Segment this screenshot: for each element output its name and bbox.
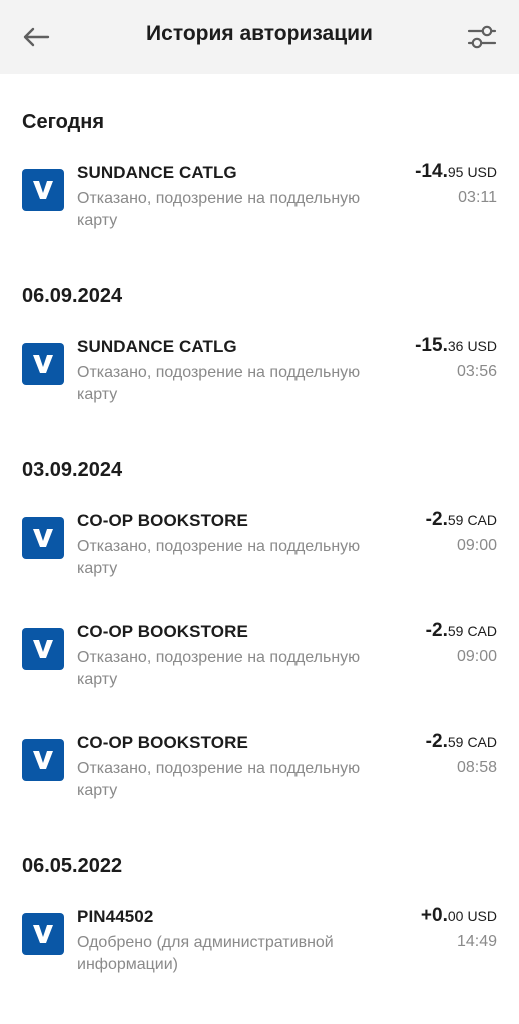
- transaction-amount: -2.59 CAD: [426, 620, 497, 642]
- transaction-amount: -2.59 CAD: [426, 509, 497, 531]
- amount-decimal: 36: [447, 338, 464, 354]
- amount-decimal: 00: [447, 908, 464, 924]
- merchant-name: CO-OP BOOKSTORE: [77, 511, 248, 530]
- transaction-time: 03:56: [456, 363, 497, 380]
- amount-currency: CAD: [467, 734, 497, 750]
- transaction-status: Отказано, подозрение на поддельную карту: [77, 760, 361, 799]
- amount-integer: -2.: [425, 731, 448, 752]
- transaction-row[interactable]: SUNDANCE CATLG Отказано, подозрение на по…: [0, 137, 519, 248]
- transaction-status: Одобрено (для административной информаци…: [77, 934, 334, 973]
- transaction-row[interactable]: CO-OP BOOKSTORE Отказано, подозрение на п…: [0, 707, 519, 818]
- amount-integer: +0.: [420, 905, 448, 926]
- amount-currency: USD: [467, 338, 497, 354]
- filter-button[interactable]: [462, 19, 502, 55]
- transaction-status: Отказано, подозрение на поддельную карту: [77, 364, 361, 403]
- section-date-header: Сегодня: [22, 111, 105, 133]
- amount-decimal: 59: [447, 512, 464, 528]
- visa-logo-icon: [22, 517, 64, 559]
- transaction-amount: +0.00 USD: [421, 905, 497, 927]
- amount-currency: CAD: [467, 623, 497, 639]
- authorization-list: Сегодня SUNDANCE CATLG Отказано, подозрени…: [0, 74, 519, 992]
- section-date-header: 06.09.2024: [22, 285, 123, 307]
- sliders-icon: [467, 25, 497, 49]
- transaction-amount: -15.36 USD: [415, 335, 497, 357]
- visa-logo-icon: [22, 913, 64, 955]
- transaction-row[interactable]: CO-OP BOOKSTORE Отказано, подозрение на п…: [0, 596, 519, 707]
- merchant-name: CO-OP BOOKSTORE: [77, 733, 248, 752]
- transaction-amount: -2.59 CAD: [426, 731, 497, 753]
- merchant-name: SUNDANCE CATLG: [77, 163, 237, 182]
- amount-decimal: 59: [447, 734, 464, 750]
- transaction-row[interactable]: CO-OP BOOKSTORE Отказано, подозрение на п…: [0, 485, 519, 596]
- amount-integer: -2.: [425, 620, 448, 641]
- transaction-time: 14:49: [456, 933, 497, 950]
- transaction-status: Отказано, подозрение на поддельную карту: [77, 538, 361, 577]
- merchant-name: SUNDANCE CATLG: [77, 337, 237, 356]
- amount-decimal: 59: [447, 623, 464, 639]
- visa-logo-icon: [22, 628, 64, 670]
- merchant-name: CO-OP BOOKSTORE: [77, 622, 248, 641]
- transaction-time: 08:58: [456, 759, 497, 776]
- visa-logo-icon: [22, 739, 64, 781]
- transaction-amount: -14.95 USD: [415, 161, 497, 183]
- amount-currency: CAD: [467, 512, 497, 528]
- transaction-row[interactable]: SUNDANCE CATLG Отказано, подозрение на по…: [0, 311, 519, 422]
- transaction-time: 09:00: [456, 537, 497, 554]
- amount-integer: -15.: [415, 335, 448, 356]
- transaction-time: 09:00: [456, 648, 497, 665]
- transaction-status: Отказано, подозрение на поддельную карту: [77, 190, 361, 229]
- amount-integer: -14.: [415, 161, 448, 182]
- merchant-name: PIN44502: [77, 907, 154, 926]
- page-title: История авторизации: [146, 22, 373, 45]
- visa-logo-icon: [22, 169, 64, 211]
- amount-integer: -2.: [425, 509, 448, 530]
- transaction-time: 03:11: [458, 189, 497, 206]
- app-bar: История авторизации: [0, 0, 519, 74]
- transaction-status: Отказано, подозрение на поддельную карту: [77, 649, 361, 688]
- visa-logo-icon: [22, 343, 64, 385]
- amount-currency: USD: [467, 908, 497, 924]
- amount-currency: USD: [467, 164, 497, 180]
- section-date-header: 06.05.2022: [22, 855, 123, 877]
- transaction-row[interactable]: PIN44502 Одобрено (для административной и…: [0, 881, 519, 992]
- amount-decimal: 95: [447, 164, 464, 180]
- section-date-header: 03.09.2024: [22, 459, 123, 481]
